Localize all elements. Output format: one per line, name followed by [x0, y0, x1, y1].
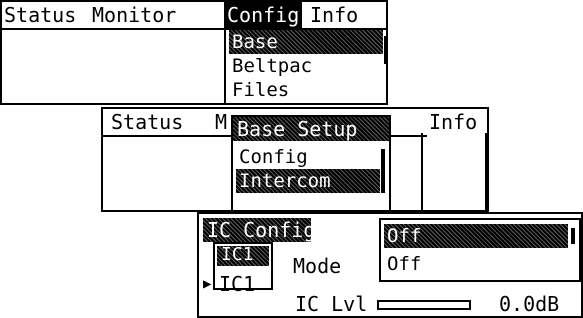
menu-monitor[interactable]: Monitor: [92, 2, 176, 28]
dropdown-scrollbar[interactable]: [384, 36, 386, 64]
mode-option-off-2[interactable]: Off: [384, 252, 424, 276]
setup-item-config[interactable]: Config: [236, 145, 311, 169]
menu-bar: Status Monitor Config Info: [2, 2, 386, 30]
ic-level-label: IC Lvl: [295, 292, 368, 316]
dialog-title: Base Setup: [237, 117, 358, 141]
mode-label: Mode: [293, 254, 342, 278]
ic-level-bar[interactable]: [377, 300, 471, 310]
setup-item-intercom[interactable]: Intercom: [236, 169, 380, 193]
screen-base-setup: Status M Info Base Setup Config Intercom: [101, 107, 489, 212]
menu-info[interactable]: Info: [310, 2, 358, 28]
base-setup-dialog: Base Setup Config Intercom: [231, 115, 391, 210]
dropdown-item-beltpac[interactable]: Beltpac: [229, 54, 315, 78]
menu-monitor-2[interactable]: M: [215, 109, 227, 135]
screen-main-menu: Status Monitor Config Info Base Beltpac …: [0, 0, 388, 105]
mode-scrollbar[interactable]: [571, 228, 575, 244]
channel-value[interactable]: IC1: [219, 272, 255, 296]
screen-ic-config: IC Config IC1 ▶ IC1 Mode Off Off IC Lvl …: [197, 212, 583, 318]
ic-config-title: IC Config: [207, 218, 316, 242]
setup-scrollbar[interactable]: [381, 149, 385, 193]
menu-config[interactable]: Config: [224, 2, 303, 28]
menu-info-2[interactable]: Info: [429, 109, 477, 135]
mode-dropdown: Off Off: [379, 218, 581, 282]
mode-option-off-1[interactable]: Off: [384, 224, 568, 248]
dropdown-item-base[interactable]: Base: [229, 30, 383, 54]
info-dropdown-frame: [421, 133, 487, 210]
menu-status[interactable]: Status: [4, 2, 76, 28]
dropdown-item-files[interactable]: Files: [229, 78, 292, 102]
channel-arrow-icon: ▶: [203, 276, 212, 292]
menu-status-2[interactable]: Status: [111, 109, 183, 135]
ic-level-value: 0.0dB: [499, 292, 560, 316]
config-dropdown: Base Beltpac Files: [224, 28, 386, 103]
channel-selected: IC1: [221, 244, 254, 265]
